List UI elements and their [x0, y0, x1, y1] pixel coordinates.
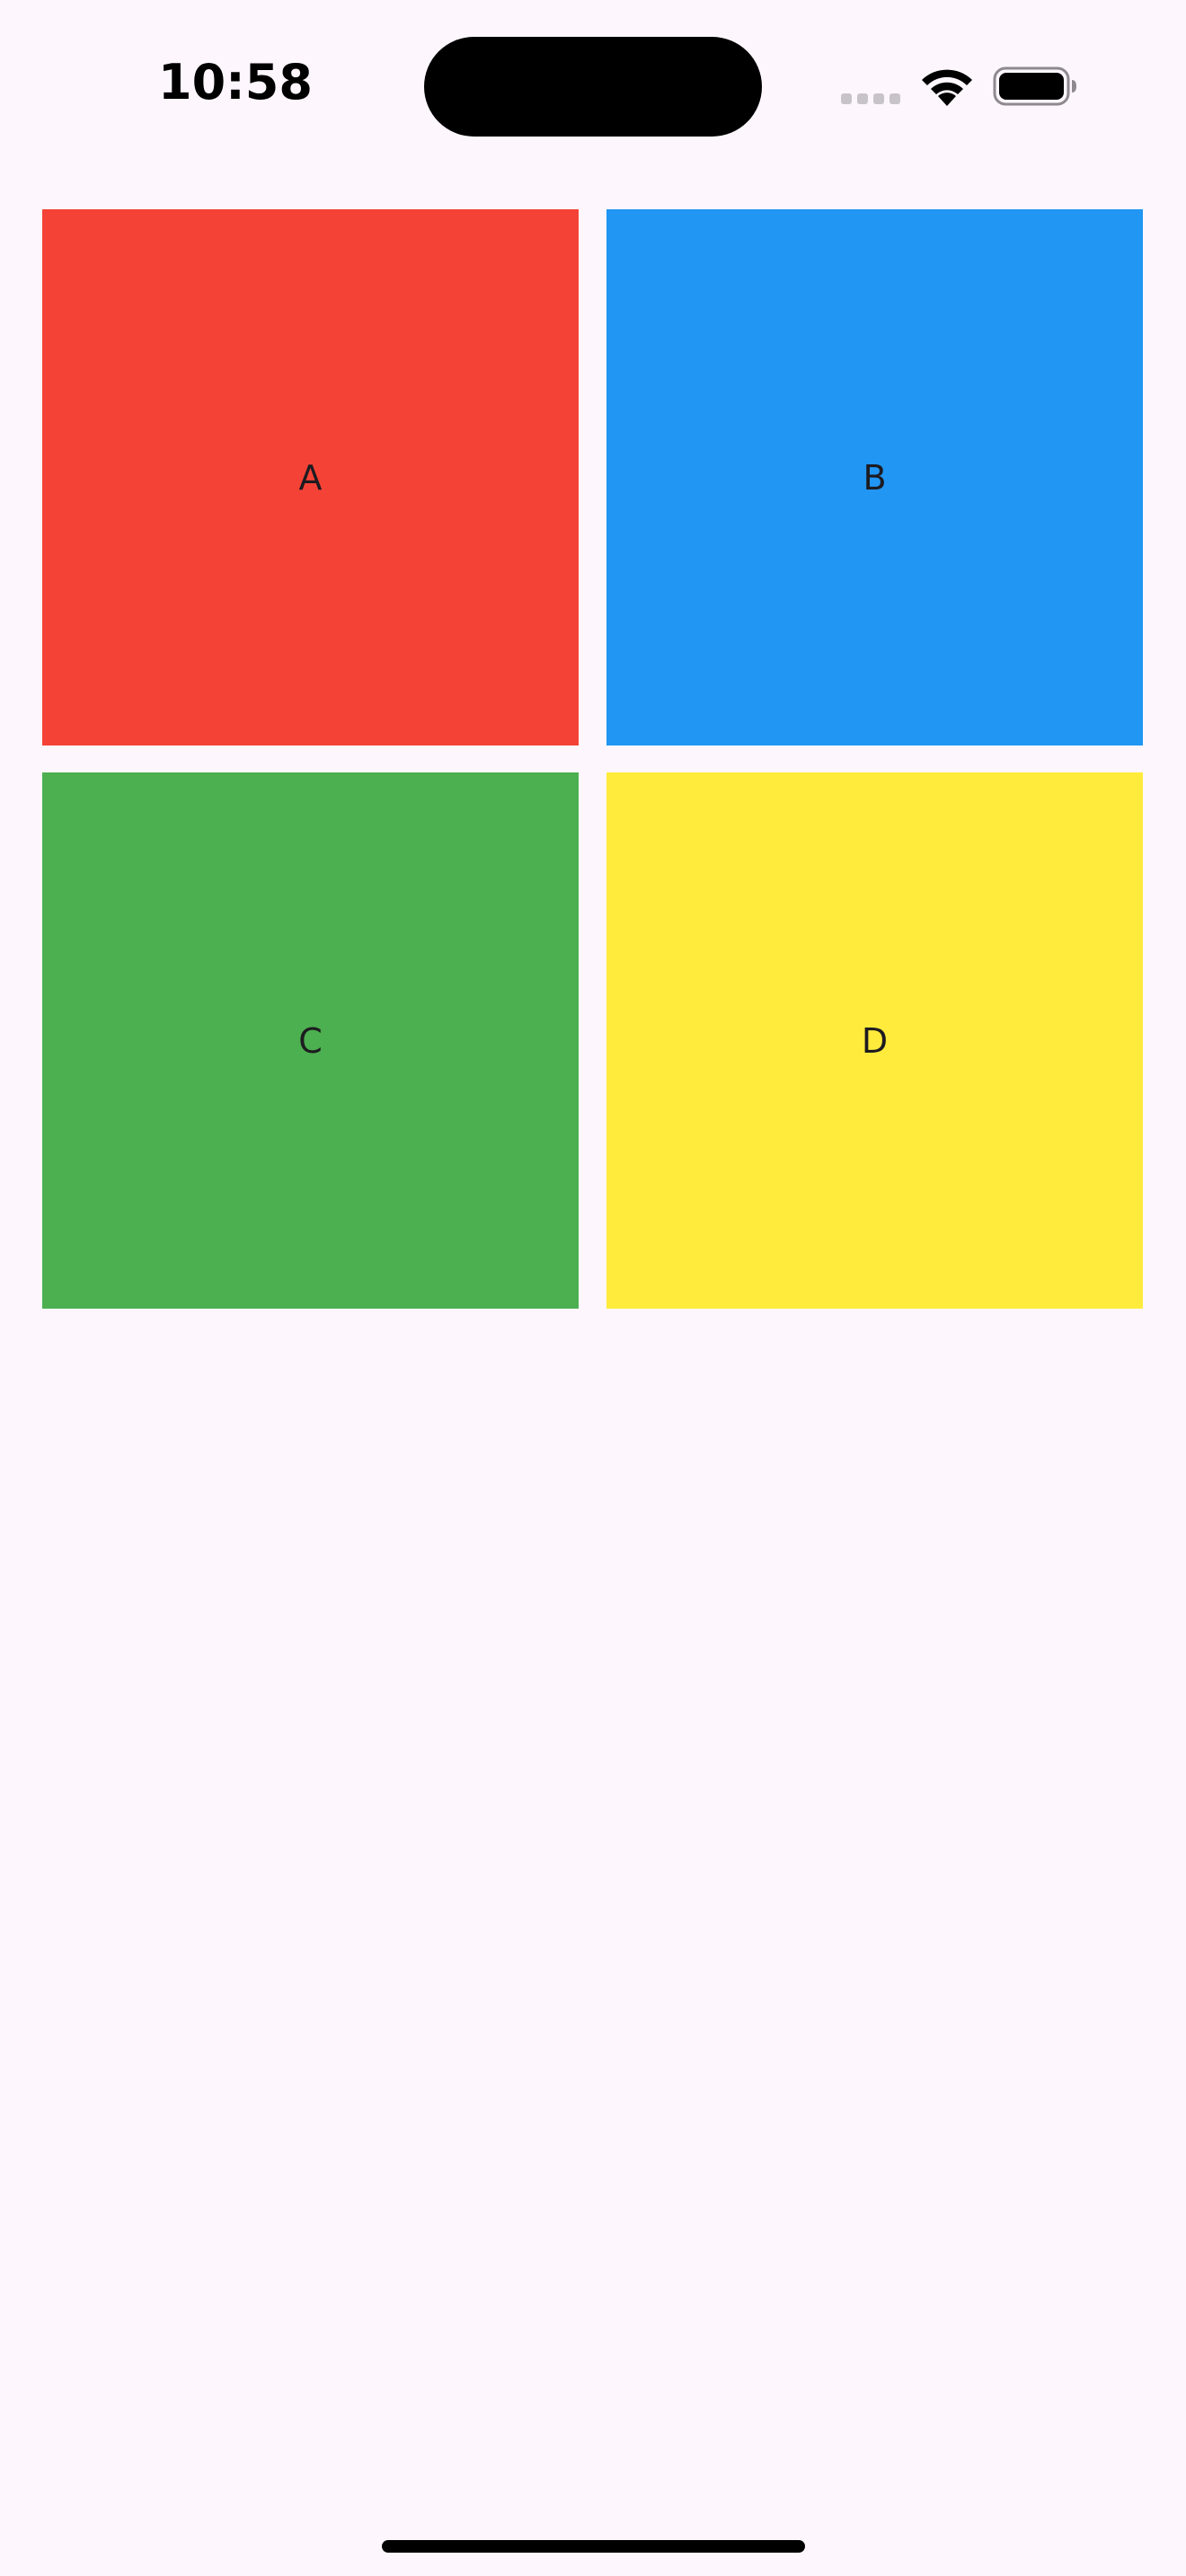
battery-icon	[992, 65, 1078, 108]
wifi-icon	[918, 65, 976, 108]
tile-label: B	[863, 457, 887, 498]
tile-b[interactable]: B	[606, 209, 1143, 745]
home-indicator[interactable]	[382, 2540, 805, 2553]
tile-d[interactable]: D	[606, 772, 1143, 1309]
cellular-signal-icon	[841, 93, 902, 106]
tile-label: C	[298, 1020, 323, 1061]
status-bar: 10:58	[0, 0, 1186, 180]
tile-c[interactable]: C	[42, 772, 579, 1309]
status-time: 10:58	[158, 54, 313, 110]
tile-label: A	[298, 457, 323, 498]
tile-label: D	[861, 1020, 889, 1061]
dynamic-island	[424, 37, 762, 137]
tile-a[interactable]: A	[42, 209, 579, 745]
